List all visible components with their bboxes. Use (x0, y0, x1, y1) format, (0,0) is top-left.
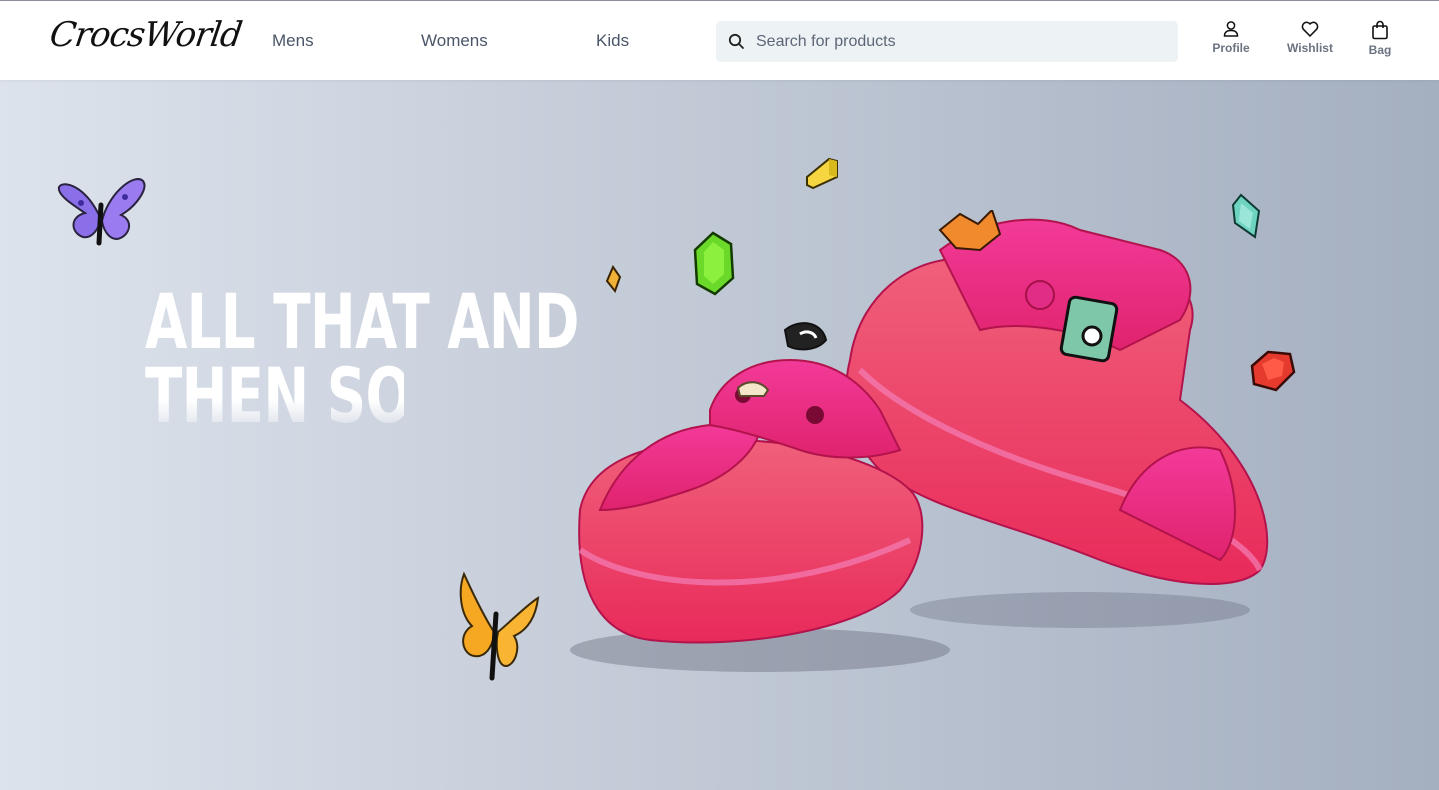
top-navigation-bar: CrocsWorld Mens Womens Kids Profile Wish… (0, 0, 1439, 80)
wishlist-button[interactable]: Wishlist (1280, 20, 1340, 62)
bag-button[interactable]: Bag (1350, 20, 1410, 62)
search-input[interactable] (756, 21, 1166, 62)
orange-butterfly-charm-icon (459, 571, 540, 681)
profile-label: Profile (1212, 41, 1250, 55)
yellow-gem-charm-icon (806, 157, 838, 190)
shopping-bag-icon (1350, 20, 1410, 40)
search-icon (728, 33, 745, 55)
search-bar[interactable] (716, 21, 1178, 62)
brand-logo[interactable]: CrocsWorld (47, 15, 244, 55)
bag-label: Bag (1368, 43, 1392, 57)
hero-banner[interactable]: ALL THAT AND THEN SOME (0, 80, 1439, 790)
heart-icon (1280, 20, 1340, 38)
pink-platform-sandals-image (570, 210, 1269, 672)
nav-link-kids[interactable]: Kids (596, 31, 629, 51)
nav-link-mens[interactable]: Mens (272, 31, 314, 51)
hero-headline: ALL THAT AND THEN SOME (145, 284, 579, 440)
user-icon (1201, 20, 1261, 38)
wishlist-label: Wishlist (1287, 41, 1333, 55)
profile-button[interactable]: Profile (1201, 20, 1261, 62)
hero-headline-line2: THEN SOME (145, 351, 502, 440)
purple-butterfly-charm-icon (57, 178, 146, 246)
nav-link-womens[interactable]: Womens (421, 31, 488, 51)
